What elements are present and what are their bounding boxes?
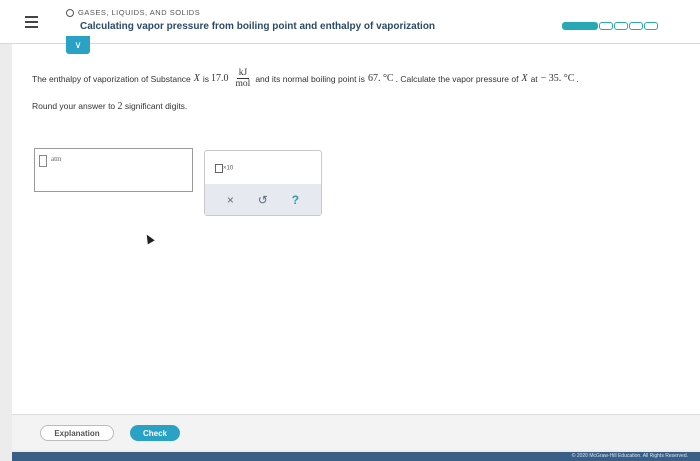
page-title: Calculating vapor pressure from boiling … [80,21,436,32]
copyright-text: © 2020 McGraw-Hill Education. All Rights… [571,453,688,459]
question-part: at [530,73,538,84]
mouse-cursor-icon [143,232,155,245]
answer-input[interactable] [39,155,47,167]
footer-bar: Explanation Check [12,414,700,450]
tool-palette: ×10 × ↺ ? [204,150,322,216]
sig-digits: 2 [117,101,123,112]
progress-segment [629,22,643,30]
instruction-text: Round your answer to 2 significant digit… [32,101,187,112]
chevron-down-icon: ∨ [74,39,82,51]
collapse-tab[interactable]: ∨ [66,36,90,54]
check-button[interactable]: Check [130,425,180,441]
progress-segment [562,22,598,30]
instruction-part: Round your answer to [32,101,116,111]
substance-variable: X [193,73,200,84]
answer-unit: atm [51,155,62,163]
hamburger-icon [24,16,38,28]
progress-indicator [562,22,658,30]
scientific-notation-button[interactable]: ×10 [215,163,234,174]
copyright-bar: © 2020 McGraw-Hill Education. All Rights… [12,452,700,461]
unit-denominator: mol [235,79,251,89]
progress-segment [614,22,628,30]
menu-button[interactable] [0,0,62,44]
question-part: . [576,73,579,84]
topic-circle-icon [66,8,74,17]
progress-segment [644,22,658,30]
instruction-part: significant digits. [124,101,188,111]
question-part: The enthalpy of vaporization of Substanc… [32,73,191,84]
explanation-button[interactable]: Explanation [40,425,114,441]
box-icon [215,164,223,174]
clear-icon[interactable]: × [227,193,234,207]
question-part: . Calculate the vapor pressure of [395,73,519,84]
sci-label: ×10 [223,165,234,172]
question-card: The enthalpy of vaporization of Substanc… [12,44,700,414]
help-icon[interactable]: ? [292,193,299,207]
topic-text: GASES, LIQUIDS, AND SOLIDS [78,8,201,17]
question-part: and its normal boiling point is [255,73,365,84]
question-text: The enthalpy of vaporization of Substanc… [32,68,692,89]
unit-numerator: kJ [236,68,250,79]
temperature: − 35. °C [540,73,575,84]
answer-box[interactable]: atm [34,148,193,192]
header-bar: GASES, LIQUIDS, AND SOLIDS Calculating v… [0,0,700,44]
undo-icon[interactable]: ↺ [258,193,268,207]
progress-segment [599,22,613,30]
boiling-point: 67. °C [367,73,394,84]
topic-label: GASES, LIQUIDS, AND SOLIDS [66,8,200,17]
enthalpy-value: 17.0 [211,73,229,84]
enthalpy-unit: kJ mol [236,68,251,89]
question-part: is [202,73,210,84]
substance-variable: X [521,73,528,84]
